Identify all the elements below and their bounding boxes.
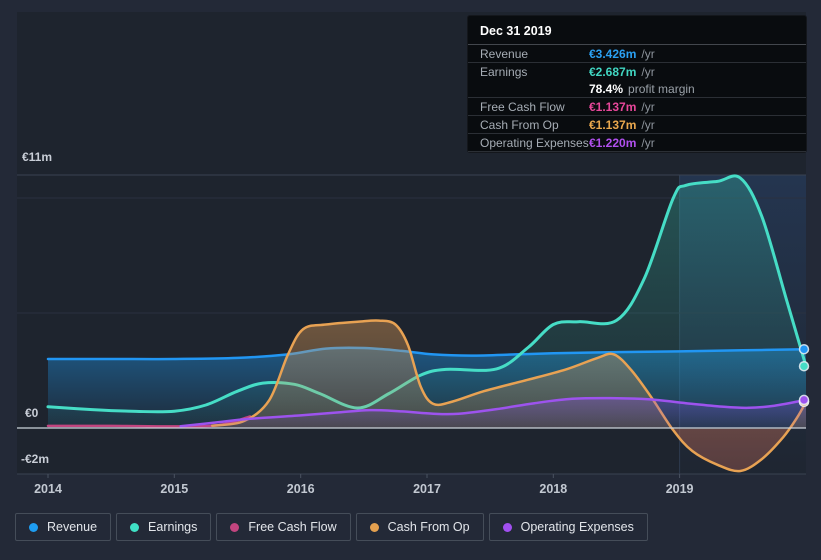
tooltip-row-operating-expenses: Operating Expenses €1.220m/yr — [468, 134, 806, 152]
tooltip-row-revenue: Revenue €3.426m/yr — [468, 45, 806, 63]
x-axis-label-2016: 2016 — [286, 482, 315, 496]
x-axis-label-2015: 2015 — [160, 482, 189, 496]
y-axis-label-top: €11m — [22, 150, 53, 164]
y-axis-label-bottom: -€2m — [21, 452, 50, 466]
legend-dot-icon — [29, 522, 38, 532]
legend-item-cash-from-op[interactable]: Cash From Op — [355, 513, 484, 541]
legend-dot-icon — [369, 522, 379, 532]
x-axis-label-2014: 2014 — [34, 482, 62, 496]
chart-legend: Revenue Earnings Free Cash Flow Cash From O… — [15, 513, 648, 541]
tooltip-rows: Revenue €3.426m/yr Earnings €2.687m/yr 78.4%… — [468, 45, 806, 152]
x-axis-label-2019: 2019 — [665, 482, 694, 496]
legend-item-earnings[interactable]: Earnings — [116, 513, 212, 541]
x-axis-label-2018: 2018 — [539, 482, 568, 496]
tooltip-row-free-cash-flow: Free Cash Flow €1.137m/yr — [468, 98, 806, 116]
x-axis-label-2017: 2017 — [413, 482, 441, 496]
legend-item-operating-expenses[interactable]: Operating Expenses — [488, 513, 648, 541]
legend-dot-icon — [502, 522, 512, 532]
legend-dot-icon — [130, 522, 140, 532]
legend-item-revenue[interactable]: Revenue — [15, 513, 112, 541]
legend-item-free-cash-flow[interactable]: Free Cash Flow — [216, 513, 351, 541]
legend-dot-icon — [230, 522, 240, 532]
tooltip-row-cash-from-op: Cash From Op €1.137m/yr — [468, 116, 806, 134]
tooltip-date: Dec 31 2019 — [468, 16, 806, 45]
financial-history-chart-page: €11m €0 -€2m 2014 2015 2016 2017 2018 2019 De… — [0, 0, 821, 560]
tooltip-row-earnings: Earnings €2.687m/yr — [480, 64, 655, 79]
y-axis-label-zero: €0 — [25, 406, 39, 420]
chart-tooltip: Dec 31 2019 Revenue €3.426m/yr Earnings €2.… — [468, 16, 806, 152]
tooltip-profit-margin: 78.4% profit margin — [468, 80, 806, 98]
